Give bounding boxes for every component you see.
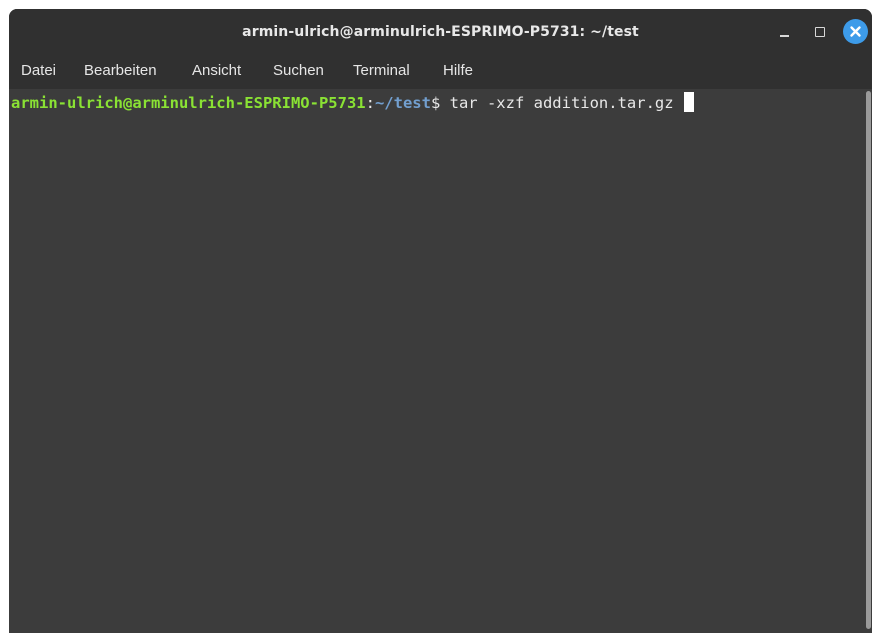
menu-ansicht[interactable]: Ansicht: [189, 55, 244, 89]
prompt-path: ~/test: [374, 94, 431, 112]
menu-hilfe[interactable]: Hilfe: [440, 55, 476, 89]
close-icon: [850, 26, 861, 37]
menu-bar: Datei Bearbeiten Ansicht Suchen Terminal…: [9, 55, 872, 89]
close-button[interactable]: [843, 19, 868, 44]
minimize-button[interactable]: [773, 20, 797, 44]
command-text: tar -xzf addition.tar.gz: [449, 94, 683, 112]
prompt-symbol: $: [430, 94, 450, 112]
prompt-user-host: armin-ulrich@arminulrich-ESPRIMO-P5731: [11, 94, 366, 112]
menu-bearbeiten[interactable]: Bearbeiten: [81, 55, 160, 89]
terminal-area[interactable]: armin-ulrich@arminulrich-ESPRIMO-P5731:~…: [9, 89, 865, 633]
prompt-line: armin-ulrich@arminulrich-ESPRIMO-P5731:~…: [11, 92, 694, 114]
maximize-button[interactable]: [808, 20, 832, 44]
scrollbar[interactable]: [865, 89, 872, 633]
terminal-window: armin-ulrich@arminulrich-ESPRIMO-P5731: …: [9, 9, 872, 633]
menu-datei[interactable]: Datei: [18, 55, 59, 89]
text-cursor: [683, 92, 694, 112]
menu-terminal[interactable]: Terminal: [350, 55, 413, 89]
maximize-icon: [815, 27, 825, 37]
minimize-icon: [780, 35, 789, 37]
menu-suchen[interactable]: Suchen: [270, 55, 327, 89]
prompt-colon: :: [365, 94, 375, 112]
window-title: armin-ulrich@arminulrich-ESPRIMO-P5731: …: [242, 24, 639, 40]
scrollbar-thumb[interactable]: [866, 91, 871, 629]
title-bar[interactable]: armin-ulrich@arminulrich-ESPRIMO-P5731: …: [9, 9, 872, 55]
